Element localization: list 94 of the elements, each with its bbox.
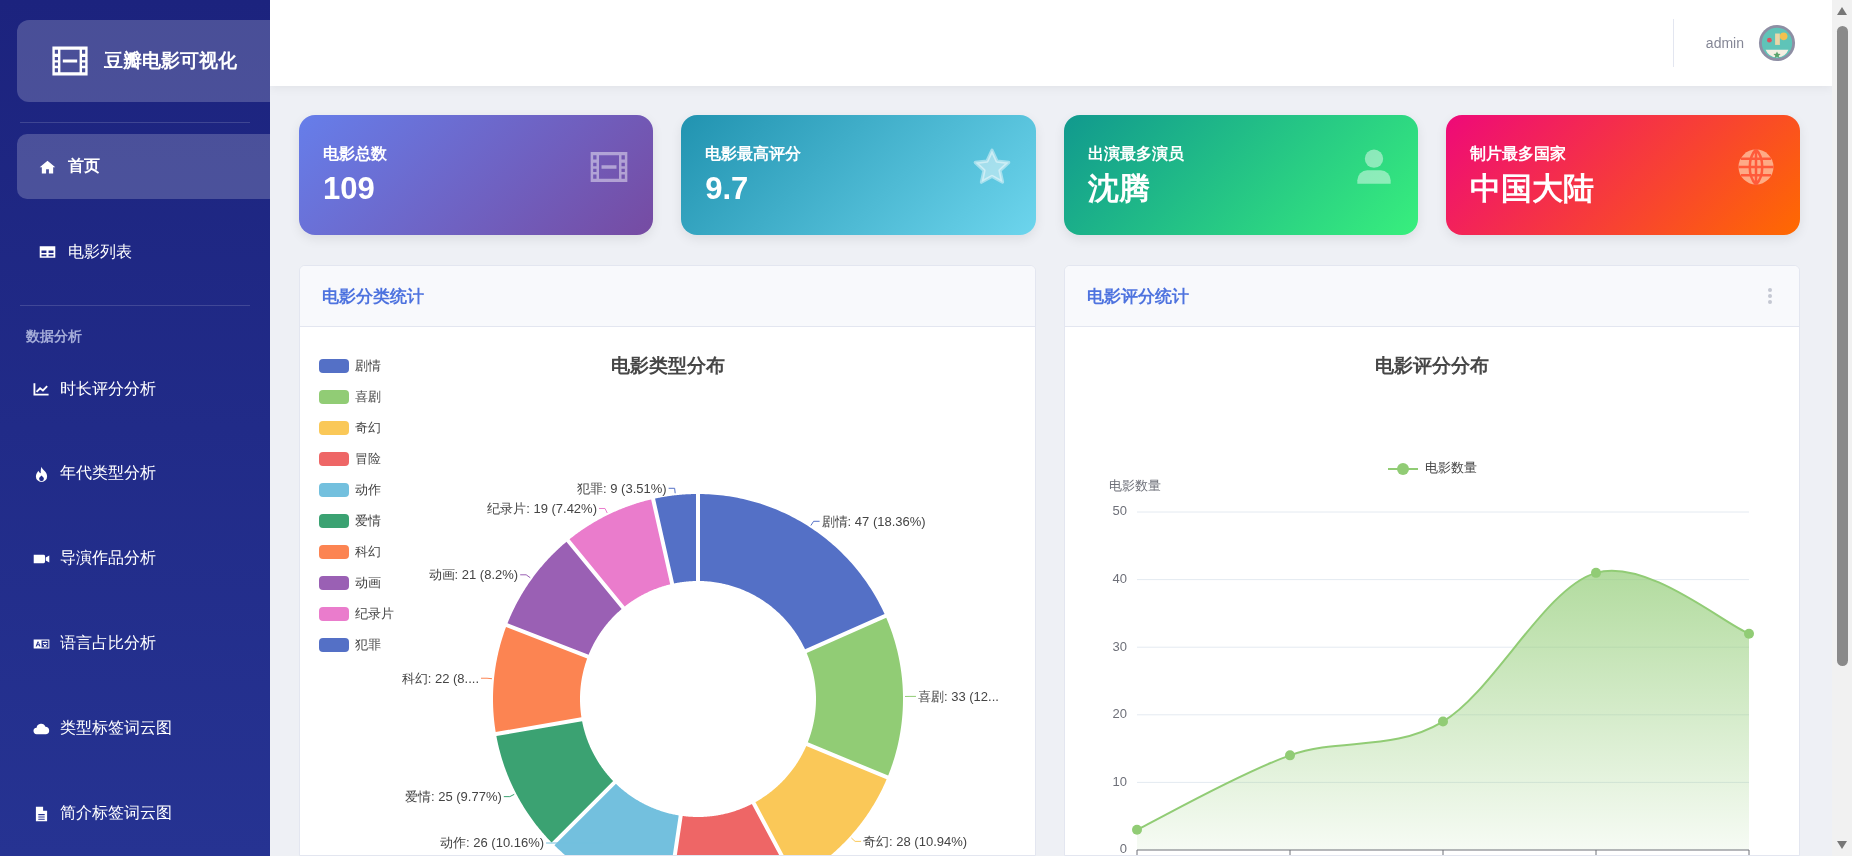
line-chart-icon xyxy=(33,381,50,398)
legend-swatch[interactable] xyxy=(319,359,349,373)
donut-slice[interactable] xyxy=(493,627,588,733)
axis-label: 40 xyxy=(1112,571,1127,587)
legend-swatch[interactable] xyxy=(319,483,349,497)
slice-label: 动画: 21 (8.2%) xyxy=(428,567,519,583)
donut-slice[interactable] xyxy=(676,804,780,855)
flame-icon xyxy=(33,466,50,482)
slice-label: 奇幻: 28 (10.94%) xyxy=(863,833,968,849)
more-icon[interactable] xyxy=(1767,287,1773,305)
legend-label: 犯罪 xyxy=(355,637,381,653)
scroll-down-icon[interactable] xyxy=(1836,840,1848,850)
legend-label: 奇幻 xyxy=(355,420,381,436)
donut-slice[interactable] xyxy=(655,494,696,584)
leader-line xyxy=(480,677,493,680)
avatar[interactable] xyxy=(1758,24,1796,62)
leader-line xyxy=(503,793,515,798)
slice-label: 剧情: 47 (18.36%) xyxy=(821,513,926,529)
leader-line xyxy=(668,487,676,494)
nav-item[interactable]: 电影列表 xyxy=(17,219,270,285)
legend-line-icon[interactable] xyxy=(1386,463,1419,475)
brand-panel[interactable]: 豆瓣电影可视化 xyxy=(17,20,270,102)
legend-label: 剧情 xyxy=(355,358,381,374)
donut-slice[interactable] xyxy=(554,783,679,855)
axis-label: 20 xyxy=(1112,706,1127,722)
axis-label: 10 xyxy=(1112,773,1127,789)
legend-label: 动画 xyxy=(355,575,381,591)
legend-swatch[interactable] xyxy=(319,452,349,466)
legend-swatch[interactable] xyxy=(319,421,349,435)
donut-slice[interactable] xyxy=(755,746,887,855)
legend-swatch[interactable] xyxy=(319,576,349,590)
panel-title: 电影分类统计 xyxy=(322,285,424,308)
scroll-up-icon[interactable] xyxy=(1836,6,1848,16)
leader-line xyxy=(904,695,917,697)
axis-label: 50 xyxy=(1112,503,1127,519)
slice-label: 喜剧: 33 (12... xyxy=(918,688,999,704)
section-title: 数据分析 xyxy=(26,326,83,346)
nav-item[interactable]: 语言占比分析 xyxy=(0,601,270,687)
nav-item[interactable]: 时长评分分析 xyxy=(0,346,270,432)
legend-label: 爱情 xyxy=(355,513,381,529)
axis-label: 30 xyxy=(1112,638,1127,654)
stat-label: 出演最多演员 xyxy=(1087,143,1184,164)
legend-swatch[interactable] xyxy=(319,638,349,652)
stat-value: 沈腾 xyxy=(1087,170,1151,207)
slice-label: 爱情: 25 (9.77%) xyxy=(405,789,502,805)
table-icon xyxy=(39,244,56,260)
stat-label: 制片最多国家 xyxy=(1469,143,1567,164)
leader-line xyxy=(519,574,531,579)
axis-label: 0 xyxy=(1119,841,1127,855)
nav-item[interactable]: 简介标签词云图 xyxy=(0,771,270,856)
slice-label: 纪录片: 19 (7.42%) xyxy=(487,500,597,516)
legend-swatch[interactable] xyxy=(319,390,349,404)
nav-item[interactable]: 类型标签词云图 xyxy=(0,686,270,772)
donut-slice[interactable] xyxy=(806,617,903,776)
legend-label: 电影数量 xyxy=(1424,460,1477,476)
leader-line xyxy=(850,837,862,842)
data-point[interactable] xyxy=(1590,567,1601,578)
home-icon xyxy=(39,158,56,175)
nav-item[interactable]: 导演作品分析 xyxy=(0,516,270,602)
legend-label: 科幻 xyxy=(355,544,381,560)
slice-label: 动作: 26 (10.16%) xyxy=(440,835,545,851)
legend-label: 纪录片 xyxy=(355,606,394,622)
nav-item[interactable]: 年代类型分析 xyxy=(0,431,270,517)
panel-title: 电影评分统计 xyxy=(1086,285,1189,308)
data-point[interactable] xyxy=(1131,824,1142,835)
axis-title: 电影数量 xyxy=(1108,478,1161,494)
legend-label: 动作 xyxy=(355,482,381,498)
username: admin xyxy=(1705,35,1744,51)
stat-label: 电影最高评分 xyxy=(705,143,802,164)
stat-value: 中国大陆 xyxy=(1469,170,1594,207)
nav-item[interactable]: 首页 xyxy=(17,133,270,200)
legend-label: 喜剧 xyxy=(355,389,381,405)
document-icon xyxy=(33,805,50,822)
data-point[interactable] xyxy=(1743,628,1754,639)
slice-label: 犯罪: 9 (3.51%) xyxy=(577,480,667,496)
film-icon xyxy=(50,45,90,77)
brand-title: 豆瓣电影可视化 xyxy=(104,49,237,73)
leader-line xyxy=(598,508,608,514)
stat-value: 109 xyxy=(323,170,376,207)
scrollbar-thumb[interactable] xyxy=(1836,26,1848,666)
chart-title: 电影类型分布 xyxy=(611,355,725,376)
legend-swatch[interactable] xyxy=(319,545,349,559)
leader-line xyxy=(810,520,821,526)
stat-value: 9.7 xyxy=(705,170,750,207)
data-point[interactable] xyxy=(1284,750,1295,761)
slice-label: 科幻: 22 (8.... xyxy=(401,670,479,686)
legend-label: 冒险 xyxy=(355,451,381,467)
star-icon xyxy=(971,147,1012,187)
legend-swatch[interactable] xyxy=(319,607,349,621)
data-point[interactable] xyxy=(1437,716,1448,727)
chart-title: 电影评分分布 xyxy=(1374,355,1489,376)
stat-label: 电影总数 xyxy=(323,143,387,164)
legend-swatch[interactable] xyxy=(319,514,349,528)
globe-icon xyxy=(1736,147,1776,187)
